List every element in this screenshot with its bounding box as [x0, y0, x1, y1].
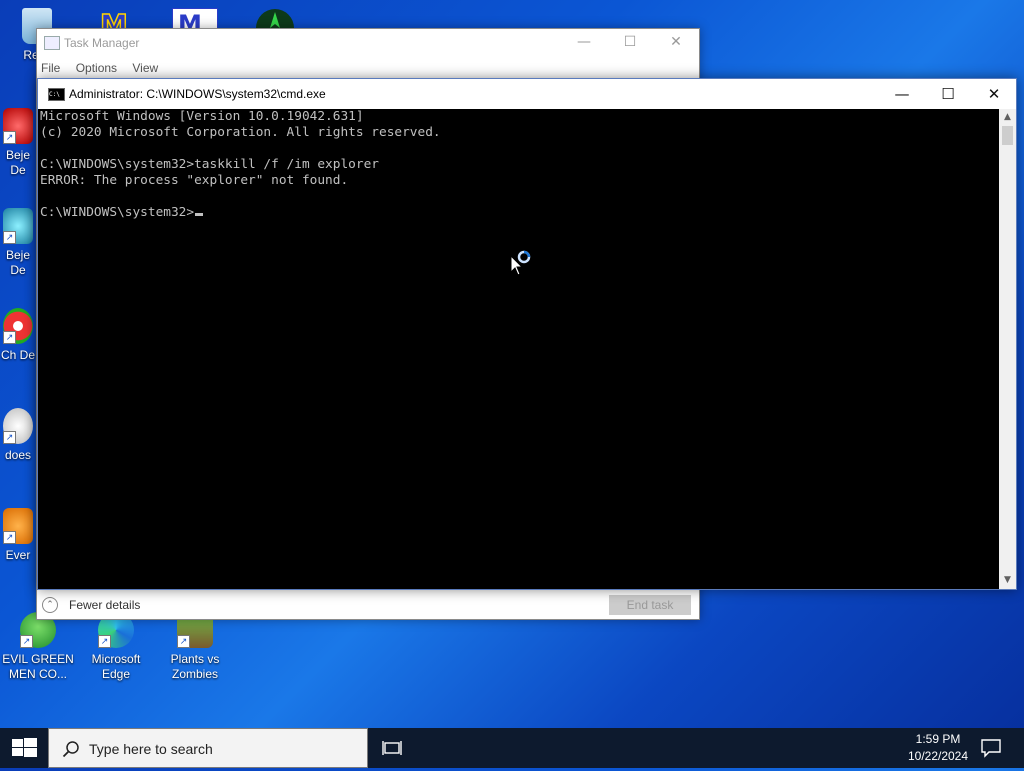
chrome-icon: ↗: [3, 308, 33, 344]
console-line: (c) 2020 Microsoft Corporation. All righ…: [40, 125, 441, 140]
fewer-details-link[interactable]: Fewer details: [69, 598, 140, 612]
cmd-window[interactable]: C:\ Administrator: C:\WINDOWS\system32\c…: [37, 78, 1017, 590]
text-cursor: [195, 213, 204, 216]
shortcut-arrow-icon: ↗: [3, 531, 16, 544]
desktop-icon-label: Plants vs Zombies: [170, 652, 220, 681]
desktop-icon-chrome[interactable]: ↗ Ch De: [0, 308, 36, 363]
desktop-icon-does[interactable]: ↗ does: [0, 408, 36, 463]
desktop-icon-ever[interactable]: ↗ Ever: [0, 508, 36, 563]
busy-cursor-icon: [510, 250, 531, 276]
shortcut-arrow-icon: ↗: [3, 131, 16, 144]
desktop-icon-game-partial-2[interactable]: M: [172, 8, 218, 30]
desktop-icon-game-partial-1[interactable]: M: [98, 8, 138, 30]
taskbar: Type here to search 1:59 PM 10/22/2024: [0, 728, 1024, 768]
shortcut-arrow-icon: ↗: [20, 635, 33, 648]
task-manager-icon: [44, 36, 60, 50]
bejeweled-icon: ↗: [3, 208, 33, 244]
console-line: Microsoft Windows [Version 10.0.19042.63…: [40, 109, 364, 124]
desktop-icon-label: Microsoft Edge: [91, 652, 141, 681]
close-button[interactable]: ✕: [971, 79, 1017, 109]
console-output[interactable]: Microsoft Windows [Version 10.0.19042.63…: [38, 109, 999, 589]
desktop-icon-label: Beje De: [5, 148, 31, 177]
task-view-icon[interactable]: [380, 738, 404, 758]
clock-date: 10/22/2024: [907, 749, 969, 763]
shortcut-arrow-icon: ↗: [177, 635, 190, 648]
svg-text:M: M: [100, 8, 128, 30]
minimize-button[interactable]: —: [879, 79, 925, 109]
desktop-icon-label: does: [4, 448, 32, 462]
console-line: C:\WINDOWS\system32>taskkill /f /im expl…: [40, 157, 379, 172]
maximize-button[interactable]: ☐: [925, 79, 971, 109]
desktop-icon-label: EVIL GREEN MEN CO...: [2, 652, 74, 681]
svg-text:M: M: [178, 10, 202, 30]
chevron-up-icon[interactable]: ⌃: [42, 597, 58, 613]
scroll-thumb[interactable]: [1002, 126, 1013, 145]
shortcut-arrow-icon: ↗: [3, 431, 16, 444]
task-manager-title: Task Manager: [64, 36, 140, 50]
task-manager-titlebar[interactable]: Task Manager — ☐ ✕: [37, 29, 699, 57]
minimize-button[interactable]: —: [561, 29, 607, 57]
desktop-icon-bejeweled-1[interactable]: ↗ Beje De: [0, 108, 36, 178]
vertical-scrollbar[interactable]: ▲ ▼: [999, 109, 1016, 589]
taskbar-search-box[interactable]: Type here to search: [48, 728, 368, 768]
cmd-titlebar[interactable]: C:\ Administrator: C:\WINDOWS\system32\c…: [38, 79, 1016, 109]
start-button[interactable]: [0, 728, 48, 768]
scroll-up-arrow-icon[interactable]: ▲: [999, 109, 1016, 126]
game-icon: M: [172, 8, 218, 30]
task-manager-menu: File Options View: [41, 61, 170, 75]
desktop-icon-label: Ever: [5, 548, 31, 562]
shortcut-arrow-icon: ↗: [3, 231, 16, 244]
taskbar-clock[interactable]: 1:59 PM 10/22/2024: [890, 731, 986, 765]
console-prompt: C:\WINDOWS\system32>: [40, 205, 195, 220]
game-icon: [256, 9, 294, 30]
search-placeholder: Type here to search: [89, 741, 213, 757]
bejeweled-icon: ↗: [3, 108, 33, 144]
cmd-icon: C:\: [48, 88, 65, 101]
console-prompt-line[interactable]: C:\WINDOWS\system32>: [40, 205, 999, 221]
menu-options[interactable]: Options: [76, 61, 117, 75]
menu-file[interactable]: File: [41, 61, 60, 75]
desktop-icon-label: Beje De: [5, 248, 31, 277]
cmd-title: Administrator: C:\WINDOWS\system32\cmd.e…: [69, 87, 326, 101]
desktop-icon-microsoft-edge[interactable]: ↗ Microsoft Edge: [79, 612, 153, 682]
shortcut-arrow-icon: ↗: [98, 635, 111, 648]
desktop-icon-bejeweled-2[interactable]: ↗ Beje De: [0, 208, 36, 278]
clock-time: 1:59 PM: [915, 732, 961, 746]
menu-view[interactable]: View: [132, 61, 158, 75]
desktop-icon-label: Ch De: [0, 348, 35, 362]
desktop-icon-game-partial-3[interactable]: [254, 8, 296, 30]
desktop-icon-plants-vs-zombies[interactable]: ↗ Plants vs Zombies: [158, 612, 232, 682]
maximize-button[interactable]: ☐: [607, 29, 653, 57]
close-button[interactable]: ✕: [653, 29, 699, 57]
scroll-down-arrow-icon[interactable]: ▼: [999, 572, 1016, 589]
windows-logo-icon: [12, 738, 37, 757]
task-manager-footer: ⌃ Fewer details End task: [37, 589, 699, 619]
shortcut-icon: ↗: [3, 508, 33, 544]
end-task-button[interactable]: End task: [609, 595, 691, 615]
shortcut-arrow-icon: ↗: [3, 331, 16, 344]
notification-center-icon[interactable]: [980, 738, 1002, 758]
game-icon: M: [99, 8, 128, 30]
search-icon: [62, 741, 79, 758]
desktop-icon-evil-green-men[interactable]: ↗ EVIL GREEN MEN CO...: [1, 612, 75, 682]
console-line: ERROR: The process "explorer" not found.: [40, 173, 349, 188]
shortcut-icon: ↗: [3, 408, 33, 444]
